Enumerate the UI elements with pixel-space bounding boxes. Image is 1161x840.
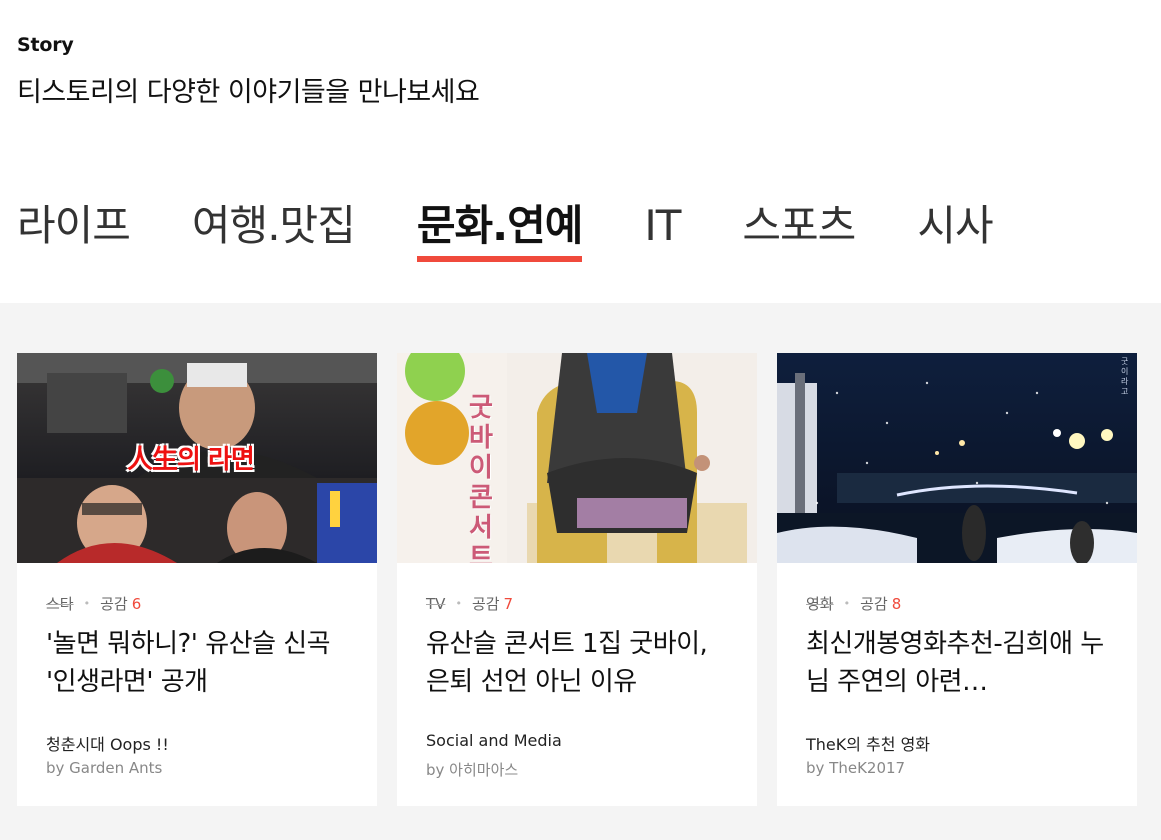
thumbnail-image-concert-poster [397,353,757,563]
likes-count: 6 [131,594,142,613]
card-title[interactable]: 최신개봉영화추천-김희애 누님 주연의 아련… [806,625,1106,701]
tab-sports[interactable]: 스포츠 [742,196,856,256]
tab-it[interactable]: IT [644,196,681,256]
thumbnail-image-snowy-night [777,353,1137,563]
category-tabs: 라이프 여행.맛집 문화.연예 IT 스포츠 시사 [17,196,1055,262]
story-header: Story 티스토리의 다양한 이야기들을 만나보세요 라이프 여행.맛집 문화… [0,0,1161,303]
meta-separator: • [843,597,851,610]
section-eyebrow: Story [17,34,74,56]
card-author[interactable]: by Garden Ants [46,759,162,777]
card-category[interactable]: 스타 [46,593,74,614]
meta-separator: • [455,597,462,610]
story-card[interactable]: 굿이라고 영화 • 공감 8 최신개봉영화추천-김희애 누님 주연의 아련… T… [777,353,1137,806]
card-meta: 스타 • 공감 6 [46,593,141,614]
tab-culture-entertainment[interactable]: 문화.연예 [416,196,583,262]
card-title[interactable]: 유산슬 콘서트 1집 굿바이, 은퇴 선언 아닌 이유 [426,625,726,701]
tab-current-affairs[interactable]: 시사 [917,196,993,256]
story-list: 人生의 라면 스타 • 공감 6 '놀면 뭐하니?' 유산슬 신곡 '인생라면'… [0,303,1161,840]
story-card[interactable]: 굿바이 콘서트 TV • 공감 7 유산슬 콘서트 1집 굿바이, 은퇴 선언 … [397,353,757,806]
card-blog-name[interactable]: TheK의 추천 영화 [806,731,930,755]
card-blog-name[interactable]: 청춘시대 Oops !! [46,731,169,755]
thumbnail-caption: 굿이라고 [1121,357,1129,396]
likes-label: 공감 [471,595,500,613]
card-meta: 영화 • 공감 8 [806,593,901,614]
tab-life[interactable]: 라이프 [17,196,131,256]
card-category[interactable]: TV [426,595,445,613]
card-meta: TV • 공감 7 [426,593,513,614]
story-card[interactable]: 人生의 라면 스타 • 공감 6 '놀면 뭐하니?' 유산슬 신곡 '인생라면'… [17,353,377,806]
thumbnail-caption: 굿바이 콘서트 [469,393,493,563]
section-headline: 티스토리의 다양한 이야기들을 만나보세요 [17,77,480,108]
likes-label: 공감 [860,595,888,613]
card-row: 人生의 라면 스타 • 공감 6 '놀면 뭐하니?' 유산슬 신곡 '인생라면'… [17,353,1137,806]
card-author[interactable]: by TheK2017 [806,759,905,777]
card-blog-name[interactable]: Social and Media [426,731,562,750]
meta-separator: • [83,597,91,610]
tab-travel-food[interactable]: 여행.맛집 [192,196,356,256]
likes-count: 8 [891,594,902,613]
card-thumbnail[interactable]: 굿이라고 [777,353,1137,563]
card-thumbnail[interactable]: 굿바이 콘서트 [397,353,757,563]
likes-label: 공감 [100,595,128,613]
thumbnail-caption: 人生의 라면 [127,445,255,475]
card-title[interactable]: '놀면 뭐하니?' 유산슬 신곡 '인생라면' 공개 [46,625,346,701]
card-thumbnail[interactable]: 人生의 라면 [17,353,377,563]
card-category[interactable]: 영화 [806,593,834,614]
card-author[interactable]: by 아히마아스 [426,759,518,780]
likes-count: 7 [503,594,514,613]
